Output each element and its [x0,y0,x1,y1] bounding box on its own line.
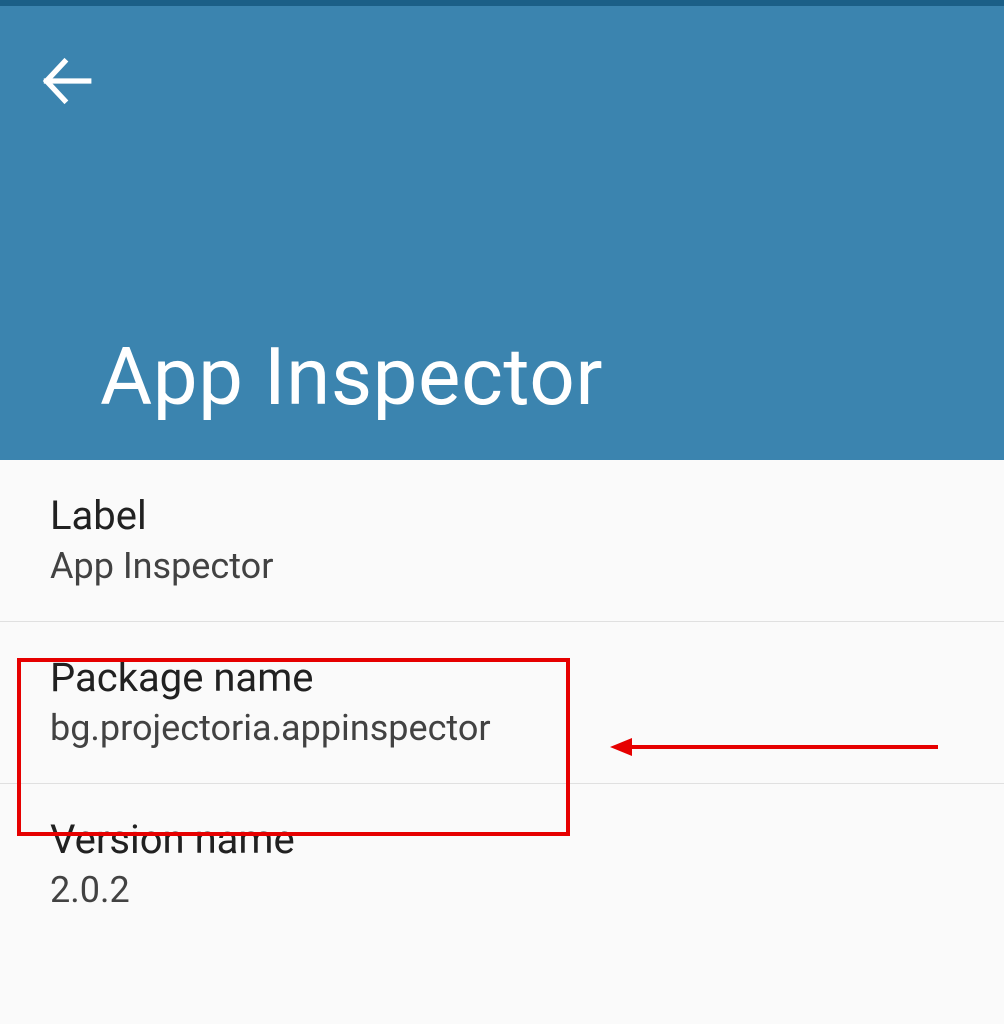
item-heading-package: Package name [50,654,954,701]
list-item-package-name[interactable]: Package name bg.projectoria.appinspector [0,622,1004,784]
back-button[interactable] [38,52,96,114]
list-item-version-name[interactable]: Version name 2.0.2 [0,784,1004,945]
item-heading-version: Version name [50,816,954,863]
list-item-label[interactable]: Label App Inspector [0,460,1004,622]
item-value-label: App Inspector [50,545,954,587]
item-value-package: bg.projectoria.appinspector [50,707,954,749]
app-bar: App Inspector [0,6,1004,460]
page-title: App Inspector [100,330,603,424]
arrow-back-icon [38,52,96,114]
item-heading-label: Label [50,492,954,539]
details-list: Label App Inspector Package name bg.proj… [0,460,1004,945]
item-value-version: 2.0.2 [50,869,954,911]
